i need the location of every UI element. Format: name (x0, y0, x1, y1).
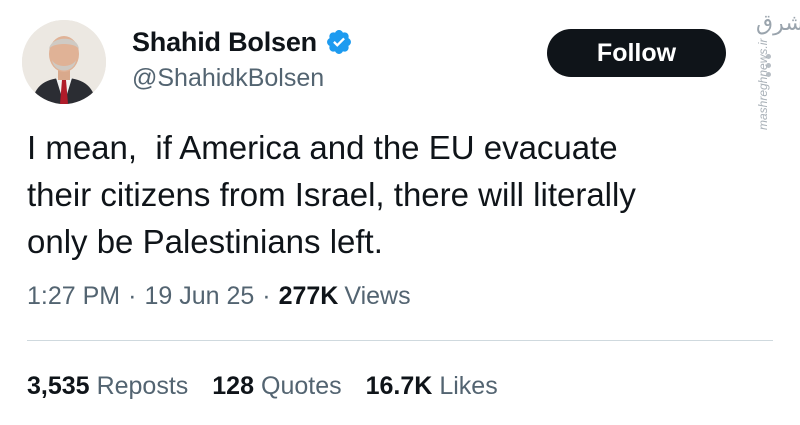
tweet-text-line: only be Palestinians left. (27, 223, 383, 260)
tweet-time[interactable]: 1:27 PM (27, 282, 120, 311)
avatar-image (22, 20, 106, 104)
reposts-label: Reposts (96, 372, 189, 400)
likes-count: 16.7K (365, 372, 433, 400)
author-display-name[interactable]: Shahid Bolsen (132, 27, 317, 58)
quotes-label: Quotes (261, 372, 342, 400)
author-handle[interactable]: @ShahidkBolsen (132, 64, 324, 93)
likes-label: Likes (439, 372, 498, 400)
tweet-text: I mean, if America and the EU evacuate t… (27, 124, 767, 265)
watermark-logo: مشرق (756, 10, 800, 35)
tweet-text-line: I mean, if America and the EU evacuate (27, 129, 618, 166)
meta-separator: · (262, 282, 271, 310)
views-count: 277K (278, 282, 339, 310)
quotes-stat[interactable]: 128 Quotes (212, 372, 341, 401)
follow-button[interactable]: Follow (547, 29, 726, 77)
avatar[interactable] (22, 20, 106, 104)
reposts-stat[interactable]: 3,535 Reposts (27, 372, 188, 401)
watermark: مشرق mashreghnews.ir (752, 10, 800, 135)
reposts-count: 3,535 (27, 372, 90, 400)
author-name-row: Shahid Bolsen (132, 26, 353, 58)
meta-separator: · (128, 282, 137, 310)
tweet-meta: 1:27 PM · 19 Jun 25 · 277K Views (27, 282, 411, 311)
tweet-card: Shahid Bolsen @ShahidkBolsen Follow مشرق… (0, 0, 800, 425)
likes-stat[interactable]: 16.7K Likes (366, 372, 498, 401)
watermark-text: mashreghnews.ir (756, 38, 770, 130)
tweet-date[interactable]: 19 Jun 25 (144, 282, 254, 311)
engagement-stats: 3,535 Reposts 128 Quotes 16.7K Likes (27, 372, 522, 401)
divider (27, 340, 773, 341)
quotes-count: 128 (212, 372, 254, 400)
views-label: Views (344, 282, 411, 310)
verified-badge-icon[interactable] (325, 28, 353, 56)
tweet-text-line: their citizens from Israel, there will l… (27, 176, 636, 213)
